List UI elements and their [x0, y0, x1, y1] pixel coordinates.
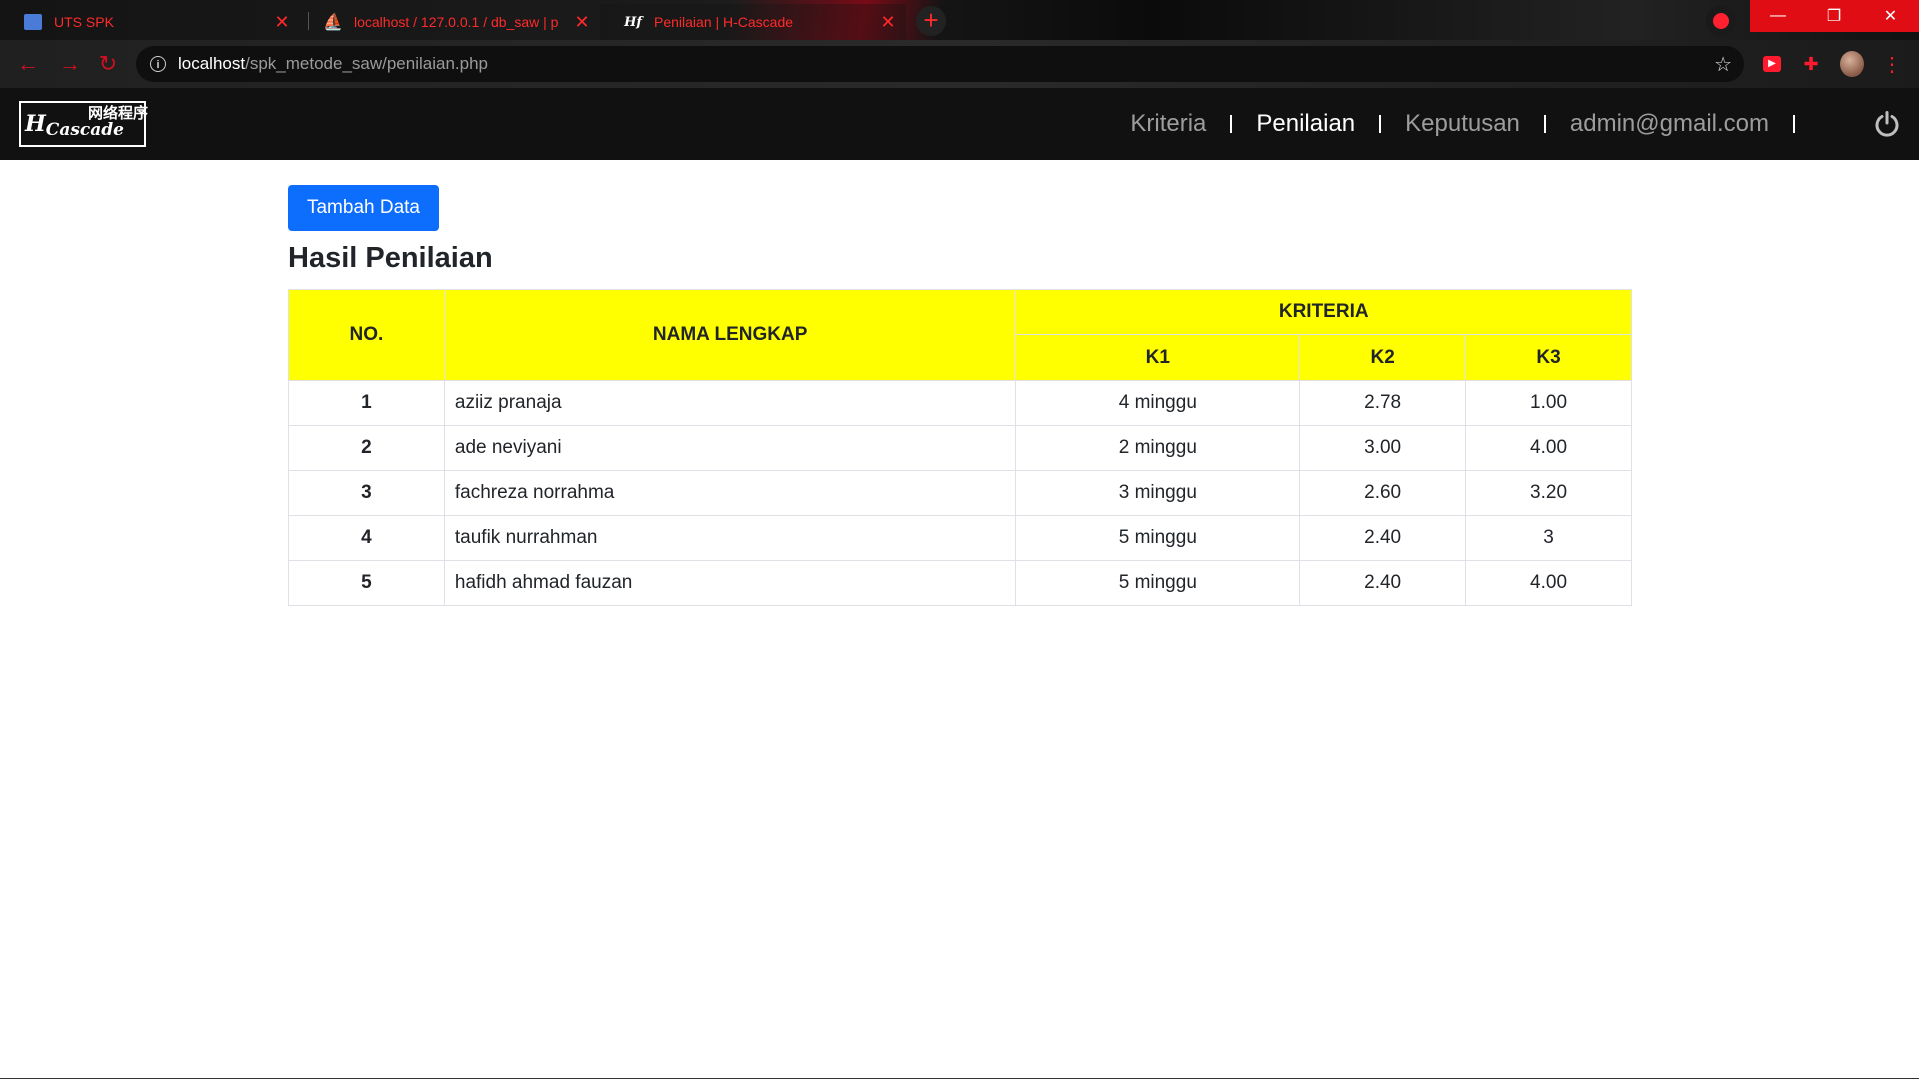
- cell-name: ade neviyani: [443, 425, 1017, 471]
- browser-tab-bar: UTS SPK ✕ ⛵ localhost / 127.0.0.1 / db_s…: [0, 0, 1919, 40]
- hf-cascade-icon: Hf: [624, 14, 642, 30]
- info-icon[interactable]: i: [150, 56, 166, 72]
- phpmyadmin-icon: ⛵: [323, 14, 343, 31]
- nav-penilaian[interactable]: Penilaian: [1232, 110, 1379, 138]
- browser-toolbar: ← → ↻ i localhost/spk_metode_saw/penilai…: [0, 40, 1919, 88]
- cell-k2: 2.78: [1299, 380, 1467, 426]
- close-icon[interactable]: ✕: [272, 12, 292, 32]
- tab-phpmyadmin[interactable]: ⛵ localhost / 127.0.0.1 / db_saw | p ✕: [300, 4, 600, 40]
- cell-k2: 2.60: [1299, 470, 1467, 516]
- cell-name: fachreza norrahma: [443, 470, 1017, 516]
- cell-k1: 5 minggu: [1015, 560, 1301, 606]
- restore-button[interactable]: ❐: [1806, 0, 1862, 32]
- url-host: localhost: [178, 54, 246, 73]
- forward-arrow-icon[interactable]: →: [56, 52, 84, 76]
- cell-no: 1: [288, 380, 445, 426]
- header-k3: K3: [1465, 334, 1632, 381]
- cell-k3: 3: [1465, 515, 1632, 561]
- app-navbar: H Cascade 网络程序 Kriteria Penilaian Keputu…: [0, 88, 1919, 160]
- record-icon[interactable]: [1706, 6, 1736, 36]
- cell-k3: 4.00: [1465, 560, 1632, 606]
- logo-mark: H: [25, 111, 46, 137]
- youtube-extension-icon[interactable]: ▶: [1760, 52, 1784, 76]
- cell-k2: 2.40: [1299, 560, 1467, 606]
- tab-title: UTS SPK: [54, 14, 114, 30]
- cell-no: 2: [288, 425, 445, 471]
- nav-keputusan[interactable]: Keputusan: [1381, 110, 1544, 138]
- back-arrow-icon[interactable]: ←: [14, 52, 42, 76]
- logo-text: Cascade: [45, 120, 124, 140]
- assessment-table: NO. NAMA LENGKAP KRITERIA K1 K2 K3 1 azi…: [288, 289, 1632, 606]
- browser-menu-icon[interactable]: ⋮: [1880, 52, 1904, 76]
- profile-icon: [24, 13, 42, 31]
- nav-divider: [1793, 115, 1795, 133]
- cell-k2: 3.00: [1299, 425, 1467, 471]
- cell-k2: 2.40: [1299, 515, 1467, 561]
- minimize-button[interactable]: —: [1750, 0, 1806, 32]
- cell-no: 3: [288, 470, 445, 516]
- cell-k3: 1.00: [1465, 380, 1632, 426]
- tab-uts-spk[interactable]: UTS SPK ✕: [0, 4, 300, 40]
- close-icon[interactable]: ✕: [572, 12, 592, 32]
- page-title: Hasil Penilaian: [288, 242, 493, 274]
- bookmark-star-icon[interactable]: ☆: [1714, 52, 1732, 77]
- extensions-puzzle-icon[interactable]: ✚: [1799, 52, 1823, 76]
- header-no: NO.: [288, 289, 445, 381]
- profile-avatar[interactable]: [1840, 51, 1864, 77]
- cell-name: taufik nurrahman: [443, 515, 1017, 561]
- cell-k1: 4 minggu: [1015, 380, 1301, 426]
- cell-k1: 3 minggu: [1015, 470, 1301, 516]
- cell-k3: 4.00: [1465, 425, 1632, 471]
- add-data-button[interactable]: Tambah Data: [288, 185, 439, 231]
- address-bar[interactable]: i localhost/spk_metode_saw/penilaian.php…: [136, 46, 1744, 82]
- power-icon[interactable]: [1873, 110, 1901, 138]
- close-icon[interactable]: ✕: [878, 12, 898, 32]
- cell-no: 5: [288, 560, 445, 606]
- cell-k1: 2 minggu: [1015, 425, 1301, 471]
- url-path: /spk_metode_saw/penilaian.php: [245, 54, 488, 73]
- new-tab-button[interactable]: +: [916, 6, 946, 36]
- header-criteria: KRITERIA: [1015, 289, 1632, 335]
- close-window-button[interactable]: ✕: [1862, 0, 1919, 32]
- reload-icon[interactable]: ↻: [94, 52, 122, 76]
- tab-penilaian[interactable]: Hf Penilaian | H-Cascade ✕: [600, 4, 906, 40]
- header-name: NAMA LENGKAP: [443, 289, 1017, 381]
- table-row: 5 hafidh ahmad fauzan 5 minggu 2.40 4.00: [288, 560, 1632, 606]
- header-k2: K2: [1299, 334, 1467, 381]
- header-k1: K1: [1015, 334, 1301, 381]
- nav-kriteria[interactable]: Kriteria: [1106, 110, 1230, 138]
- table-row: 2 ade neviyani 2 minggu 3.00 4.00: [288, 425, 1632, 471]
- nav-links: Kriteria Penilaian Keputusan admin@gmail…: [1106, 88, 1795, 160]
- tab-title: Penilaian | H-Cascade: [654, 14, 794, 30]
- cell-k3: 3.20: [1465, 470, 1632, 516]
- tab-title: localhost / 127.0.0.1 / db_saw | p: [354, 14, 559, 30]
- nav-user-email[interactable]: admin@gmail.com: [1546, 110, 1793, 138]
- table-row: 1 aziiz pranaja 4 minggu 2.78 1.00: [288, 380, 1632, 426]
- cell-no: 4: [288, 515, 445, 561]
- table-row: 4 taufik nurrahman 5 minggu 2.40 3: [288, 515, 1632, 561]
- table-row: 3 fachreza norrahma 3 minggu 2.60 3.20: [288, 470, 1632, 516]
- logo-chinese-text: 网络程序: [88, 105, 149, 122]
- cell-name: aziiz pranaja: [443, 380, 1017, 426]
- cell-name: hafidh ahmad fauzan: [443, 560, 1017, 606]
- cell-k1: 5 minggu: [1015, 515, 1301, 561]
